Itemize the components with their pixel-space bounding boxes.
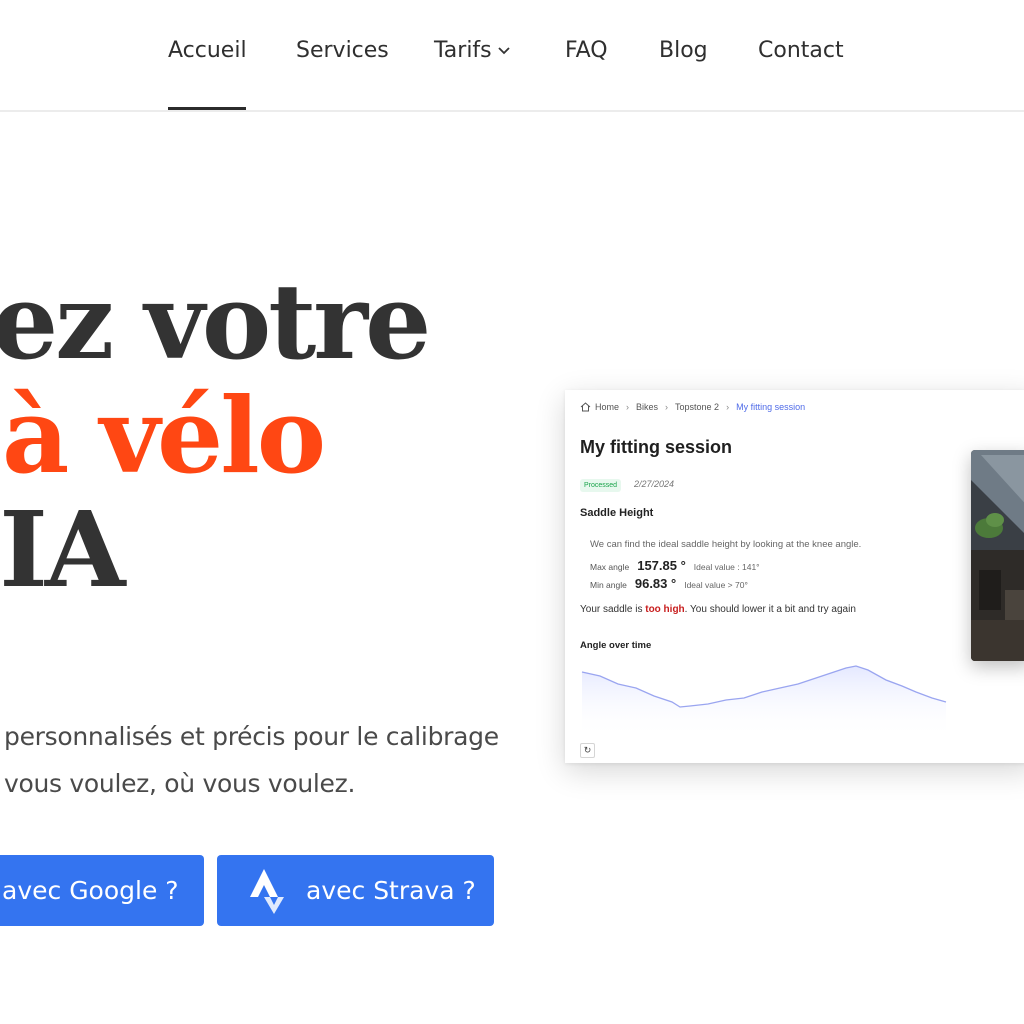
nav-item-contact[interactable]: Contact bbox=[758, 38, 844, 63]
hero-title-line-1: ez votre bbox=[0, 260, 431, 383]
status-badge: Processed bbox=[580, 479, 622, 492]
min-angle-ideal: Ideal value > 70° bbox=[684, 580, 748, 590]
breadcrumb-bike[interactable]: Topstone 2 bbox=[675, 402, 719, 412]
nav-item-services[interactable]: Services bbox=[296, 38, 389, 63]
verdict-suffix: . You should lower it a bit and try agai… bbox=[684, 604, 856, 615]
min-angle-label: Min angle bbox=[590, 580, 627, 590]
hero-subtitle-line-2: vous voulez, où vous voulez. bbox=[4, 769, 356, 798]
saddle-verdict: Your saddle is too high. You should lowe… bbox=[580, 604, 856, 615]
session-date: 2/27/2024 bbox=[634, 479, 675, 489]
strava-icon bbox=[250, 869, 284, 914]
max-angle-ideal: Ideal value : 141° bbox=[693, 562, 760, 572]
angle-over-time-chart bbox=[581, 665, 947, 738]
hero-title-line-2: à vélo bbox=[2, 374, 326, 497]
chart-area bbox=[582, 666, 946, 738]
breadcrumb-bikes[interactable]: Bikes bbox=[636, 402, 658, 412]
chevron-right-icon: › bbox=[665, 402, 669, 412]
verdict-emphasis: too high bbox=[645, 604, 685, 615]
max-angle-row: Max angle 157.85 ° Ideal value : 141° bbox=[590, 558, 760, 573]
chart-title: Angle over time bbox=[580, 640, 652, 651]
chevron-right-icon: › bbox=[626, 402, 630, 412]
google-signin-button[interactable]: avec Google ? bbox=[0, 855, 204, 926]
section-description: We can find the ideal saddle height by l… bbox=[590, 539, 862, 550]
nav-item-accueil[interactable]: Accueil bbox=[168, 38, 247, 63]
max-angle-value: 157.85 ° bbox=[637, 558, 686, 573]
nav-item-faq[interactable]: FAQ bbox=[565, 38, 608, 63]
chevron-right-icon: › bbox=[726, 402, 730, 412]
breadcrumb-home[interactable]: Home bbox=[595, 402, 619, 412]
strava-button-label: avec Strava ? bbox=[306, 876, 476, 905]
home-icon bbox=[580, 402, 591, 412]
bike-fitting-photo bbox=[971, 450, 1024, 661]
min-angle-row: Min angle 96.83 ° Ideal value > 70° bbox=[590, 576, 748, 591]
nav-item-tarifs[interactable]: Tarifs bbox=[434, 38, 510, 63]
nav-item-blog[interactable]: Blog bbox=[659, 38, 708, 63]
section-title: Saddle Height bbox=[580, 507, 654, 519]
verdict-prefix: Your saddle is bbox=[580, 604, 646, 615]
google-button-label: avec Google ? bbox=[2, 876, 179, 905]
nav-item-tarifs-label: Tarifs bbox=[434, 38, 492, 63]
strava-signin-button[interactable]: avec Strava ? bbox=[217, 855, 494, 926]
hero-title-line-3: ’IA bbox=[0, 488, 126, 611]
hero-subtitle-line-1: personnalisés et précis pour le calibrag… bbox=[4, 722, 499, 751]
breadcrumb-current: My fitting session bbox=[736, 402, 806, 412]
photo-illustration bbox=[971, 450, 1024, 661]
top-navigation: Accueil Services Tarifs FAQ Blog Contact bbox=[0, 0, 1024, 112]
breadcrumb: Home › Bikes › Topstone 2 › My fitting s… bbox=[580, 402, 805, 412]
max-angle-label: Max angle bbox=[590, 562, 630, 572]
page-title: My fitting session bbox=[580, 437, 733, 457]
app-preview-card: Home › Bikes › Topstone 2 › My fitting s… bbox=[565, 390, 1024, 763]
refresh-icon[interactable]: ↻ bbox=[580, 743, 595, 758]
active-nav-underline bbox=[168, 107, 246, 110]
min-angle-value: 96.83 ° bbox=[634, 576, 677, 591]
chevron-down-icon bbox=[498, 47, 510, 55]
